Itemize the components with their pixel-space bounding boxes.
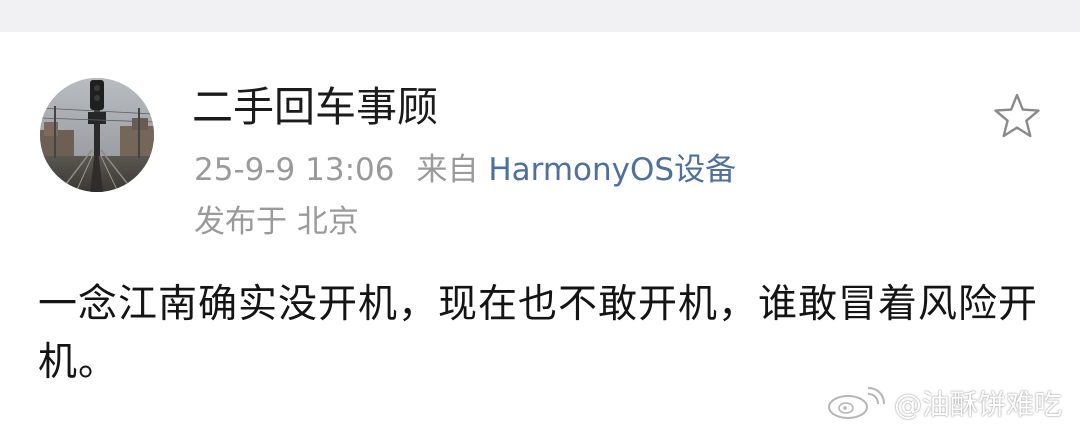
weibo-post-card: 二手回车事顾 25-9-9 13:06 来自 HarmonyOS设备 发布于 北京…: [0, 0, 1080, 428]
top-divider-strip: [0, 0, 1080, 32]
avatar-image: [40, 78, 154, 192]
post-location: 发布于 北京: [194, 204, 359, 240]
source-prefix: 来自: [416, 152, 479, 188]
watermark-text: @油酥饼难吃: [893, 388, 1062, 421]
source-device-link[interactable]: HarmonyOS设备: [488, 152, 736, 188]
favorite-button[interactable]: [990, 90, 1044, 144]
avatar[interactable]: [40, 78, 154, 192]
post-timestamp: 25-9-9 13:06: [194, 152, 395, 188]
author-name[interactable]: 二手回车事顾: [192, 80, 438, 134]
star-outline-icon: [994, 93, 1040, 138]
weibo-logo: [827, 387, 885, 419]
watermark: @油酥饼难吃: [824, 383, 1062, 423]
post-meta: 25-9-9 13:06 来自 HarmonyOS设备: [194, 148, 736, 192]
post-text: 一念江南确实没开机，现在也不敢开机，谁敢冒着风险开机。: [38, 282, 1039, 385]
